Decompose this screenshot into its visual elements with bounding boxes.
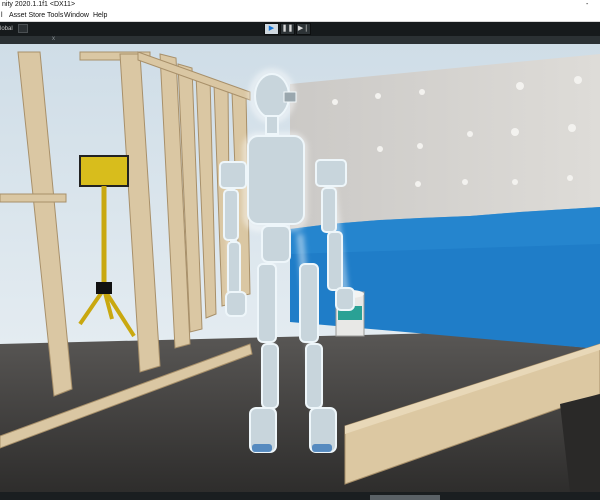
status-indicator	[370, 495, 440, 500]
menu-item-help[interactable]: Help	[93, 10, 107, 21]
toolbar-grid-icon[interactable]	[18, 24, 28, 33]
game-view[interactable]	[0, 44, 600, 492]
play-button[interactable]: ▶	[264, 23, 279, 35]
playback-controls: ▶ ❚❚ ▶❘	[264, 23, 312, 35]
step-button[interactable]: ▶❘	[296, 23, 311, 35]
pause-button[interactable]: ❚❚	[280, 23, 295, 35]
tab-close-icon[interactable]: x	[52, 35, 55, 43]
global-toggle-button[interactable]: lobal	[0, 24, 16, 34]
menu-item-window[interactable]: Window	[64, 10, 89, 21]
minimize-button[interactable]: -	[586, 0, 588, 10]
menu-item-partial[interactable]: l	[1, 10, 3, 21]
window-title: nity 2020.1.1f1 <DX11>	[2, 1, 76, 8]
status-bar	[0, 492, 600, 500]
game-scene-render	[0, 44, 600, 492]
menu-item-asset-store-tools[interactable]: Asset Store Tools	[9, 10, 63, 21]
menu-bar: l Asset Store Tools Window Help	[0, 10, 600, 22]
toolbar: lobal ▶ ❚❚ ▶❘	[0, 22, 600, 36]
title-bar: nity 2020.1.1f1 <DX11> -	[0, 0, 600, 10]
